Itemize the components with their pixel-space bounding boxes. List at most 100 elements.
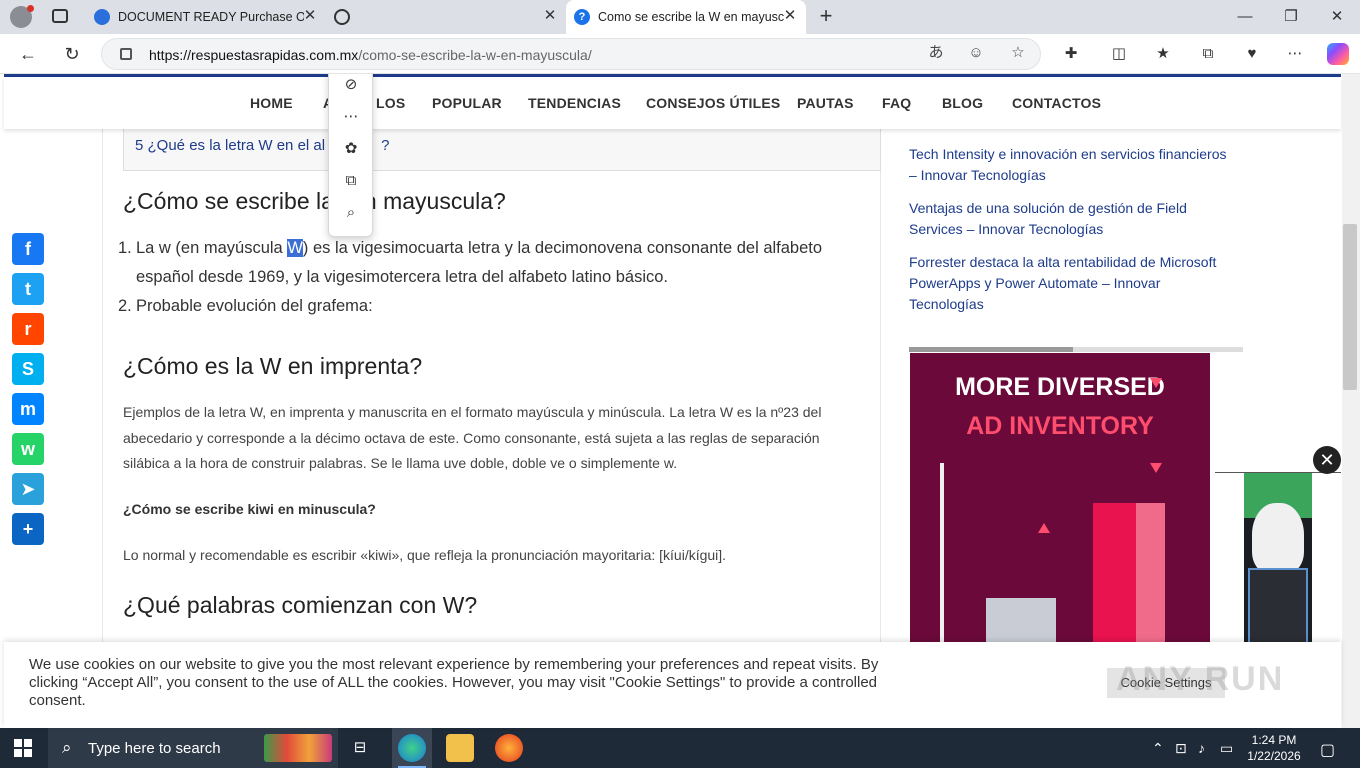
reddit-share-button[interactable]: r bbox=[12, 313, 44, 345]
tab-favicon-icon: ? bbox=[574, 9, 590, 25]
tab-close-icon[interactable]: ✕ bbox=[782, 8, 798, 24]
search-icon[interactable]: ⌕ bbox=[340, 202, 362, 224]
search-icon: ⌕ bbox=[62, 738, 72, 757]
ad-chart-axis bbox=[940, 463, 944, 643]
page-scrollbar[interactable] bbox=[1342, 74, 1360, 728]
cookie-banner: We use cookies on our website to give yo… bbox=[4, 642, 1341, 728]
copilot-icon[interactable] bbox=[1327, 43, 1349, 65]
selected-text[interactable]: W bbox=[287, 239, 303, 257]
extensions-icon[interactable]: ✚ bbox=[1061, 44, 1081, 64]
close-window-icon[interactable]: ✕ bbox=[1324, 6, 1350, 28]
nav-popular[interactable]: POPULAR bbox=[432, 95, 502, 111]
paragraph-line: Ejemplos de la letra W, en imprenta y ma… bbox=[123, 404, 822, 420]
tab-close-icon[interactable]: ✕ bbox=[302, 8, 318, 24]
nav-articulos-fragment-end[interactable]: LOS bbox=[376, 95, 405, 111]
tab-favicon-icon bbox=[94, 9, 110, 25]
notification-icon[interactable]: ▢ bbox=[1320, 740, 1335, 760]
taskbar: ⌕ Type here to search ⊟ ⌃ ⊡ ♪ ▭ 1:24 PM … bbox=[0, 728, 1360, 768]
share-plus-icon: + bbox=[22, 519, 34, 539]
ad-progress-bar bbox=[909, 347, 1243, 352]
heading-imprenta: ¿Cómo es la W en imprenta? bbox=[123, 353, 423, 379]
nav-blog[interactable]: BLOG bbox=[942, 95, 983, 111]
browser-tab-document[interactable]: DOCUMENT READY Purchase Orc ✕ bbox=[86, 0, 326, 34]
nav-consejos[interactable]: CONSEJOS ÚTILES bbox=[646, 95, 780, 111]
read-aloud-icon[interactable]: あ bbox=[926, 43, 946, 63]
ad-headline: MORE DIVERSED bbox=[955, 373, 1165, 401]
article-column: 5 ¿Qué es la letra W en el al? ¿Cómo se … bbox=[102, 129, 881, 728]
edge-taskbar-button[interactable] bbox=[392, 728, 432, 768]
nav-pautas[interactable]: PAUTAS bbox=[797, 95, 854, 111]
network-icon[interactable]: ⊡ bbox=[1175, 740, 1187, 757]
heading-palabras-w: ¿Qué palabras comienzan con W? bbox=[123, 592, 478, 618]
twitter-share-button[interactable]: t bbox=[12, 273, 44, 305]
sidebar-link[interactable]: Forrester destaca la alta rentabilidad d… bbox=[909, 252, 1247, 315]
eye-off-icon[interactable]: ⊘ bbox=[340, 74, 362, 96]
system-clock[interactable]: 1:24 PM 1/22/2026 bbox=[1234, 732, 1314, 764]
settings-more-icon[interactable]: ⋯ bbox=[1285, 44, 1305, 64]
sidebar-link[interactable]: Ventajas de una solución de gestión de F… bbox=[909, 198, 1247, 240]
favorites-icon[interactable]: ★ bbox=[1153, 44, 1173, 64]
tab-actions-icon[interactable] bbox=[52, 9, 68, 23]
tab-close-icon[interactable]: ✕ bbox=[542, 8, 558, 24]
url-text[interactable]: https://respuestasrapidas.com.mx/como-se… bbox=[149, 47, 592, 63]
ad-triangle-decoration bbox=[1150, 463, 1162, 473]
firefox-icon[interactable] bbox=[495, 734, 523, 762]
file-explorer-icon[interactable] bbox=[446, 734, 474, 762]
facebook-share-button[interactable]: f bbox=[12, 233, 44, 265]
telegram-icon: ➤ bbox=[20, 479, 36, 499]
split-screen-icon[interactable]: ◫ bbox=[1109, 44, 1129, 64]
telegram-share-button[interactable]: ➤ bbox=[12, 473, 44, 505]
search-highlight-icon[interactable] bbox=[264, 734, 332, 762]
advertisement-banner[interactable]: MORE DIVERSED AD INVENTORY bbox=[910, 353, 1210, 643]
nav-faq[interactable]: FAQ bbox=[882, 95, 911, 111]
back-icon[interactable]: ← bbox=[17, 43, 39, 65]
paragraph-kiwi: Lo normal y recomendable es escribir «ki… bbox=[123, 547, 727, 563]
windows-start-icon[interactable] bbox=[14, 739, 32, 757]
whatsapp-share-button[interactable]: w bbox=[12, 433, 44, 465]
browser-tab-active[interactable]: ? Como se escribe la W en mayuscu ✕ bbox=[566, 0, 806, 34]
minimize-icon[interactable]: — bbox=[1232, 6, 1258, 28]
twitter-icon: t bbox=[25, 279, 31, 299]
more-tools-icon[interactable]: ☺ bbox=[966, 43, 986, 63]
nav-home[interactable]: HOME bbox=[250, 95, 293, 111]
list-item-continuation: español desde 1969, y la vigesimotercera… bbox=[136, 268, 668, 286]
battery-icon[interactable]: ▭ bbox=[1220, 740, 1233, 757]
nav-tendencias[interactable]: TENDENCIAS bbox=[528, 95, 621, 111]
notification-dot bbox=[27, 5, 34, 12]
site-navigation: HOME A LOS POPULAR TENDENCIAS CONSEJOS Ú… bbox=[4, 77, 1341, 129]
tray-chevron-icon[interactable]: ⌃ bbox=[1152, 740, 1164, 757]
search-placeholder: Type here to search bbox=[88, 740, 221, 757]
browser-tab-blank[interactable]: ✕ bbox=[326, 0, 566, 34]
reload-icon[interactable]: ↻ bbox=[61, 43, 83, 65]
more-icon[interactable]: ⋯ bbox=[340, 106, 362, 128]
new-tab-icon[interactable]: + bbox=[815, 5, 837, 27]
collections-icon[interactable]: ⧉ bbox=[1198, 44, 1218, 64]
ad-subheadline: AD INVENTORY bbox=[966, 412, 1154, 440]
volume-icon[interactable]: ♪ bbox=[1198, 740, 1205, 756]
restore-icon[interactable]: ❐ bbox=[1278, 6, 1304, 28]
web-page: HOME A LOS POPULAR TENDENCIAS CONSEJOS Ú… bbox=[0, 74, 1342, 728]
question-kiwi: ¿Cómo se escribe kiwi en minuscula? bbox=[123, 501, 376, 517]
lock-icon[interactable] bbox=[120, 48, 132, 60]
nav-contactos[interactable]: CONTACTOS bbox=[1012, 95, 1101, 111]
sidebar-link[interactable]: Tech Intensity e innovación en servicios… bbox=[909, 144, 1247, 186]
url-field[interactable]: https://respuestasrapidas.com.mx/como-se… bbox=[101, 38, 1041, 70]
browser-essentials-icon[interactable]: ♥ bbox=[1242, 44, 1262, 64]
messenger-share-button[interactable]: m bbox=[12, 393, 44, 425]
paragraph-line: silábica a la hora de construir palabras… bbox=[123, 455, 678, 471]
tab-title: Como se escribe la W en mayuscu bbox=[598, 10, 784, 24]
ad-triangle-decoration bbox=[1038, 523, 1050, 533]
scrollbar-thumb[interactable] bbox=[1343, 224, 1357, 390]
share-more-button[interactable]: + bbox=[12, 513, 44, 545]
copilot-icon[interactable]: ✿ bbox=[340, 138, 362, 160]
task-view-icon[interactable]: ⊟ bbox=[346, 734, 374, 762]
copy-icon[interactable]: ⧉ bbox=[340, 170, 362, 192]
tab-title: DOCUMENT READY Purchase Orc bbox=[118, 10, 304, 24]
ad-close-icon[interactable]: ✕ bbox=[1313, 446, 1341, 474]
list-item: 1. La w (en mayúscula W) es la vigesimocu… bbox=[118, 239, 823, 257]
favorite-star-icon[interactable]: ☆ bbox=[1008, 43, 1028, 63]
skype-share-button[interactable]: S bbox=[12, 353, 44, 385]
globe-icon bbox=[334, 9, 350, 25]
messenger-icon: m bbox=[19, 399, 36, 419]
list-item: 2. Probable evolución del grafema: bbox=[118, 297, 373, 315]
